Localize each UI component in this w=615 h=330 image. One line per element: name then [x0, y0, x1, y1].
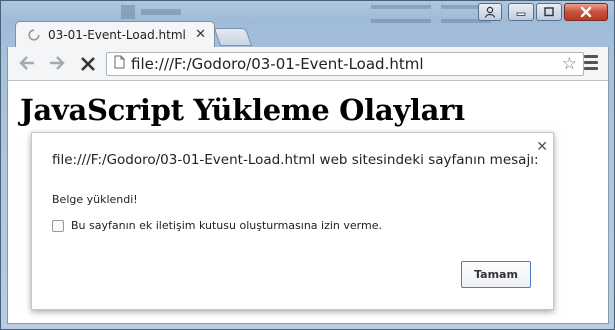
address-url: file:///F:/Godoro/03-01-Event-Load.html	[131, 55, 424, 73]
star-icon[interactable]: ☆	[562, 54, 577, 74]
loading-spinner-icon	[28, 28, 40, 41]
back-arrow-icon[interactable]	[18, 55, 36, 76]
user-profile-button[interactable]	[478, 3, 502, 21]
forward-arrow-icon[interactable]	[48, 55, 66, 76]
window-controls	[478, 3, 608, 21]
minimize-button[interactable]	[508, 3, 534, 21]
browser-tab[interactable]: 03-01-Event-Load.html ✕	[15, 21, 215, 47]
hamburger-menu-icon[interactable]	[584, 55, 598, 73]
page-content: JavaScript Yükleme Olayları file:///F:/G…	[7, 81, 609, 324]
page-heading: JavaScript Yükleme Olayları	[20, 93, 465, 127]
page-icon	[114, 55, 125, 73]
alert-dialog: file:///F:/Godoro/03-01-Event-Load.html …	[31, 132, 554, 310]
address-bar[interactable]: file:///F:/Godoro/03-01-Event-Load.html …	[106, 52, 584, 76]
suppress-dialogs-label: Bu sayfanın ek iletişim kutusu oluşturma…	[71, 219, 382, 232]
ok-button[interactable]: Tamam	[461, 261, 531, 288]
browser-toolbar: file:///F:/Godoro/03-01-Event-Load.html …	[7, 47, 609, 81]
maximize-button[interactable]	[536, 3, 562, 21]
close-icon[interactable]: ✕	[536, 139, 548, 155]
tab-close-icon[interactable]: ✕	[195, 27, 206, 42]
dialog-message: Belge yüklendi!	[52, 193, 138, 206]
suppress-dialogs-checkbox[interactable]	[52, 219, 64, 232]
user-icon	[484, 6, 496, 18]
suppress-dialogs-option[interactable]: Bu sayfanın ek iletişim kutusu oluşturma…	[52, 219, 382, 232]
window-close-button[interactable]	[564, 3, 608, 21]
minimize-icon	[516, 12, 526, 16]
browser-window: 03-01-Event-Load.html ✕ file:///F:/Godor…	[0, 0, 615, 330]
stop-x-icon[interactable]	[80, 53, 96, 77]
dialog-title: file:///F:/Godoro/03-01-Event-Load.html …	[52, 152, 539, 168]
window-close-icon	[580, 6, 592, 18]
maximize-icon	[544, 7, 554, 17]
tab-title: 03-01-Event-Load.html	[48, 27, 186, 42]
new-tab-button[interactable]	[213, 28, 253, 46]
